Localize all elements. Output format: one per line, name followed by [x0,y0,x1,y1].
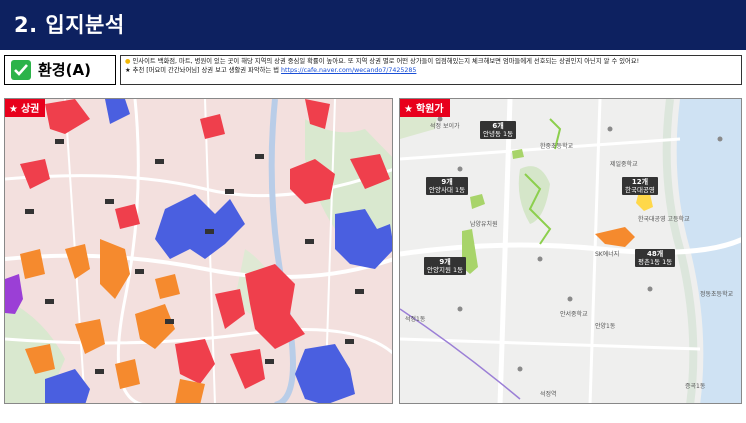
commercial-map-panel[interactable]: ★ 상권 [4,98,393,404]
lightbulb-icon: ● [125,58,131,65]
environment-badge: 환경(A) [4,55,116,85]
academy-tag: ★ 학원가 [400,99,450,117]
academy-count-badge[interactable]: 6개 안녕동 1동 [480,121,517,139]
star-icon: ★ [9,104,18,115]
academy-area: 한국대공영 [625,186,655,194]
academy-count: 6개 [492,122,504,130]
academy-count: 48개 [647,250,664,258]
academy-count-badge[interactable]: 12개 한국대공영 [622,177,658,195]
map-place-label: 증곡1동 [685,383,706,390]
academy-count-badge[interactable]: 48개 평촌1동 1동 [635,249,676,267]
map-place-label: 한국대공영 고등학교 [638,216,690,223]
commercial-tag-label: 상권 [20,104,40,115]
map-place-label: 안양1동 [595,323,616,330]
academy-area: 평촌1동 1동 [638,258,673,266]
star-icon: ★ [404,104,413,115]
note-line1: 인사이트 백화점, 마트, 병원이 있는 곳이 해당 지역의 상권 중심일 확률… [132,58,640,65]
academy-map-panel[interactable]: 석정 보이가 한중초등학교 남양유치원 제일중학교 안서중학교 정동초등학교 S… [399,98,742,404]
commercial-tag: ★ 상권 [5,99,46,117]
environment-label: 환경(A) [38,61,91,79]
star-icon: ★ [125,67,131,74]
academy-area: 안양지원 1동 [427,266,464,274]
page-title: 2. 입지분석 [14,13,125,37]
map-place-label: 제일중학교 [610,161,638,168]
map-place-label: 한중초등학교 [540,143,574,150]
insight-note: ● 인사이트 백화점, 마트, 병원이 있는 곳이 해당 지역의 상권 중심일 확… [120,55,742,85]
map-place-label: 남양유치원 [470,221,498,228]
map-place-label: SK에너지 [595,251,620,258]
map-place-label: 정동초등학교 [700,291,734,298]
map-place-label: 안서중학교 [560,311,588,318]
academy-count-badge[interactable]: 9개 안양사대 1동 [426,177,469,195]
academy-count: 9개 [441,178,453,186]
cafe-link[interactable]: https://cafe.naver.com/wecando7/7425285 [281,67,416,74]
academy-area: 안양사대 1동 [429,186,466,194]
academy-tag-label: 학원가 [415,104,444,115]
map-place-label: 석정1동 [405,316,426,323]
academy-count-badge[interactable]: 9개 안양지원 1동 [424,257,467,275]
header-bar: 2. 입지분석 [0,0,746,50]
commercial-map [5,99,392,403]
academy-count: 9개 [439,258,451,266]
academy-area: 안녕동 1동 [483,130,514,138]
check-icon [11,60,31,80]
academy-count: 12개 [631,178,649,186]
note-line2: 추천 [머요미 간간놔어님] 상권 보고 생활권 파악하는 법 [132,67,280,74]
map-place-label: 석정역 [540,391,557,398]
map-place-label: 석정 보이가 [430,123,460,130]
